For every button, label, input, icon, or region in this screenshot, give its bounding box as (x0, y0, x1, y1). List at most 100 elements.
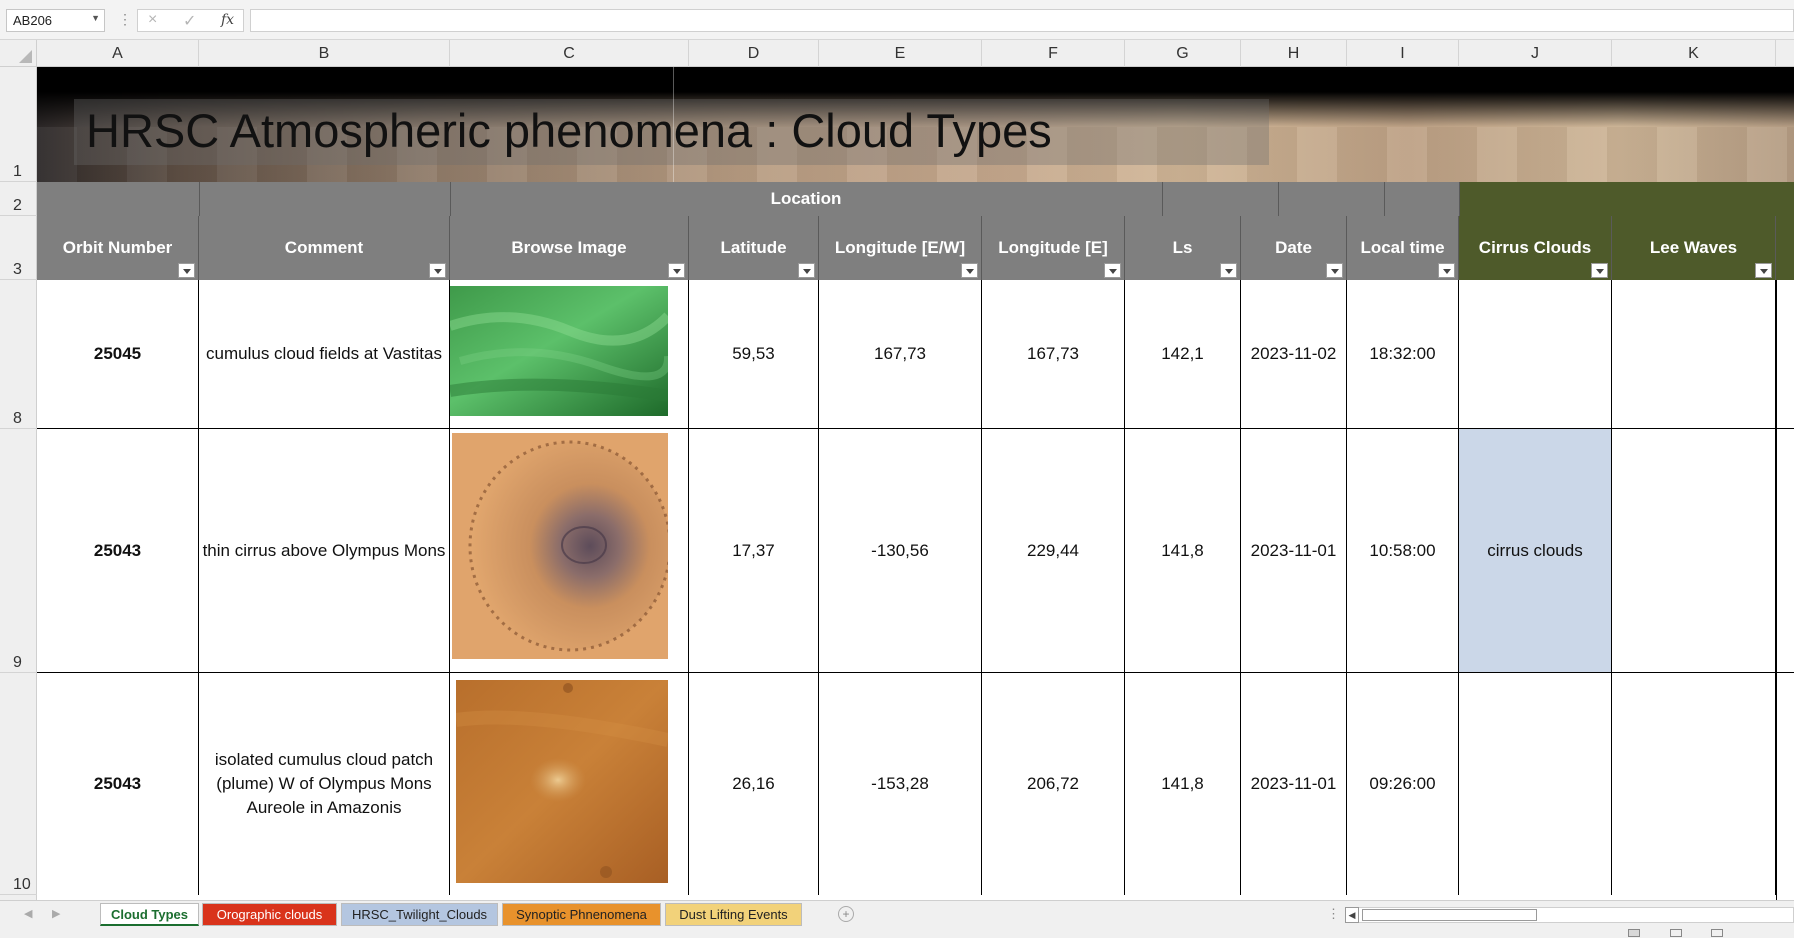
cell-longitude-e[interactable]: 167,73 (982, 280, 1125, 428)
cell-date[interactable]: 2023-11-01 (1241, 673, 1347, 895)
cell-latitude[interactable]: 26,16 (689, 673, 819, 895)
row-header-1[interactable]: 1 (0, 67, 37, 182)
column-header-j[interactable]: J (1459, 40, 1612, 67)
insert-function-icon[interactable]: fx (221, 12, 234, 28)
olympus-mons-thumbnail[interactable] (452, 433, 668, 659)
column-header-a[interactable]: A (37, 40, 199, 67)
cell-longitude-ew[interactable]: -153,28 (819, 673, 982, 895)
column-header-i[interactable]: I (1347, 40, 1459, 67)
filter-dropdown-icon[interactable] (429, 263, 446, 278)
row-header-9[interactable]: 9 (0, 429, 37, 673)
cell-ls[interactable]: 142,1 (1125, 280, 1241, 428)
header-cirrus-clouds[interactable]: Cirrus Clouds (1459, 216, 1612, 280)
column-header-g[interactable]: G (1125, 40, 1241, 67)
filter-dropdown-icon[interactable] (1104, 263, 1121, 278)
row-header-8[interactable]: 8 (0, 280, 37, 429)
normal-view-icon[interactable] (1628, 929, 1640, 937)
scroll-left-icon[interactable]: ◀ (1345, 907, 1359, 923)
scroll-tabs-left-icon[interactable]: ◀ (24, 907, 32, 920)
cell-comment[interactable]: thin cirrus above Olympus Mons (199, 429, 450, 672)
column-header-c[interactable]: C (450, 40, 689, 67)
filter-dropdown-icon[interactable] (1755, 263, 1772, 278)
header-longitude-ew[interactable]: Longitude [E/W] (819, 216, 982, 280)
cell-comment[interactable]: cumulus cloud fields at Vastitas (199, 280, 450, 428)
row-header-2[interactable]: 2 (0, 182, 37, 216)
header-latitude[interactable]: Latitude (689, 216, 819, 280)
name-box[interactable]: AB206 ▼ (6, 9, 105, 32)
cell-browse-image[interactable] (450, 429, 689, 672)
cell-orbit-number[interactable]: 25045 (37, 280, 199, 428)
cell-local-time[interactable]: 18:32:00 (1347, 280, 1459, 428)
scroll-tabs-right-icon[interactable]: ▶ (52, 907, 60, 920)
add-sheet-icon[interactable]: + (838, 906, 854, 922)
cancel-icon[interactable]: × (148, 11, 157, 29)
select-all-button[interactable] (0, 40, 37, 67)
tab-splitter-handle[interactable]: ⋮ (1327, 906, 1340, 922)
filter-dropdown-icon[interactable] (1591, 263, 1608, 278)
column-header-k[interactable]: K (1612, 40, 1776, 67)
cell-local-time[interactable]: 10:58:00 (1347, 429, 1459, 672)
header-comment[interactable]: Comment (199, 216, 450, 280)
filter-dropdown-icon[interactable] (178, 263, 195, 278)
cell-longitude-e[interactable]: 206,72 (982, 673, 1125, 895)
column-header-b[interactable]: B (199, 40, 450, 67)
page-break-view-icon[interactable] (1711, 929, 1723, 937)
tab-hrsc-twilight-clouds[interactable]: HRSC_Twilight_Clouds (341, 903, 498, 926)
cell-cirrus-clouds[interactable] (1459, 280, 1612, 428)
amazonis-plume-thumbnail[interactable] (456, 680, 668, 883)
cell-latitude[interactable]: 59,53 (689, 280, 819, 428)
formula-input[interactable] (250, 9, 1794, 32)
cell-longitude-ew[interactable]: -130,56 (819, 429, 982, 672)
column-header-h[interactable]: H (1241, 40, 1347, 67)
cell-orbit-number[interactable]: 25043 (37, 673, 199, 895)
cell-orbit-number[interactable]: 25043 (37, 429, 199, 672)
filter-dropdown-icon[interactable] (798, 263, 815, 278)
tab-dust-lifting-events[interactable]: Dust Lifting Events (665, 903, 802, 926)
column-header-d[interactable]: D (689, 40, 819, 67)
header-next-column[interactable] (1776, 216, 1794, 280)
filter-dropdown-icon[interactable] (1438, 263, 1455, 278)
scrollbar-thumb[interactable] (1362, 909, 1537, 921)
cell-browse-image[interactable] (450, 280, 689, 428)
row-header-10[interactable]: 10 (0, 673, 37, 895)
more-options-icon[interactable]: ⋮ (118, 11, 132, 28)
cell-longitude-ew[interactable]: 167,73 (819, 280, 982, 428)
location-group-header[interactable]: Location (450, 182, 1162, 216)
chevron-down-icon[interactable]: ▼ (91, 13, 100, 23)
page-layout-view-icon[interactable] (1670, 929, 1682, 937)
cell-browse-image[interactable] (450, 673, 689, 895)
header-orbit-number[interactable]: Orbit Number (37, 216, 199, 280)
header-local-time[interactable]: Local time (1347, 216, 1459, 280)
cell-longitude-e[interactable]: 229,44 (982, 429, 1125, 672)
olive-group-header[interactable] (1459, 182, 1794, 216)
tab-synoptic-phenomena[interactable]: Synoptic Phnenomena (502, 903, 661, 926)
column-header-e[interactable]: E (819, 40, 982, 67)
filter-dropdown-icon[interactable] (1326, 263, 1343, 278)
cell-lee-waves[interactable] (1612, 673, 1776, 895)
header-longitude-e[interactable]: Longitude [E] (982, 216, 1125, 280)
cell-ls[interactable]: 141,8 (1125, 429, 1241, 672)
cell-cirrus-clouds[interactable] (1459, 673, 1612, 895)
filter-dropdown-icon[interactable] (961, 263, 978, 278)
cell-cirrus-clouds[interactable]: cirrus clouds (1459, 429, 1612, 672)
column-header-f[interactable]: F (982, 40, 1125, 67)
cell-date[interactable]: 2023-11-02 (1241, 280, 1347, 428)
cell-latitude[interactable]: 17,37 (689, 429, 819, 672)
cell-lee-waves[interactable] (1612, 280, 1776, 428)
filter-dropdown-icon[interactable] (1220, 263, 1237, 278)
header-lee-waves[interactable]: Lee Waves (1612, 216, 1776, 280)
header-date[interactable]: Date (1241, 216, 1347, 280)
cell-local-time[interactable]: 09:26:00 (1347, 673, 1459, 895)
cell-comment[interactable]: isolated cumulus cloud patch (plume) W o… (199, 673, 450, 895)
header-ls[interactable]: Ls (1125, 216, 1241, 280)
cell-date[interactable]: 2023-11-01 (1241, 429, 1347, 672)
filter-dropdown-icon[interactable] (668, 263, 685, 278)
enter-icon[interactable]: ✓ (183, 11, 196, 31)
cell-ls[interactable]: 141,8 (1125, 673, 1241, 895)
cell-lee-waves[interactable] (1612, 429, 1776, 672)
row-header-3[interactable]: 3 (0, 216, 37, 280)
tab-orographic-clouds[interactable]: Orographic clouds (202, 903, 337, 926)
green-cloud-thumbnail[interactable] (450, 286, 668, 416)
header-browse-image[interactable]: Browse Image (450, 216, 689, 280)
tab-cloud-types[interactable]: Cloud Types (100, 903, 199, 926)
